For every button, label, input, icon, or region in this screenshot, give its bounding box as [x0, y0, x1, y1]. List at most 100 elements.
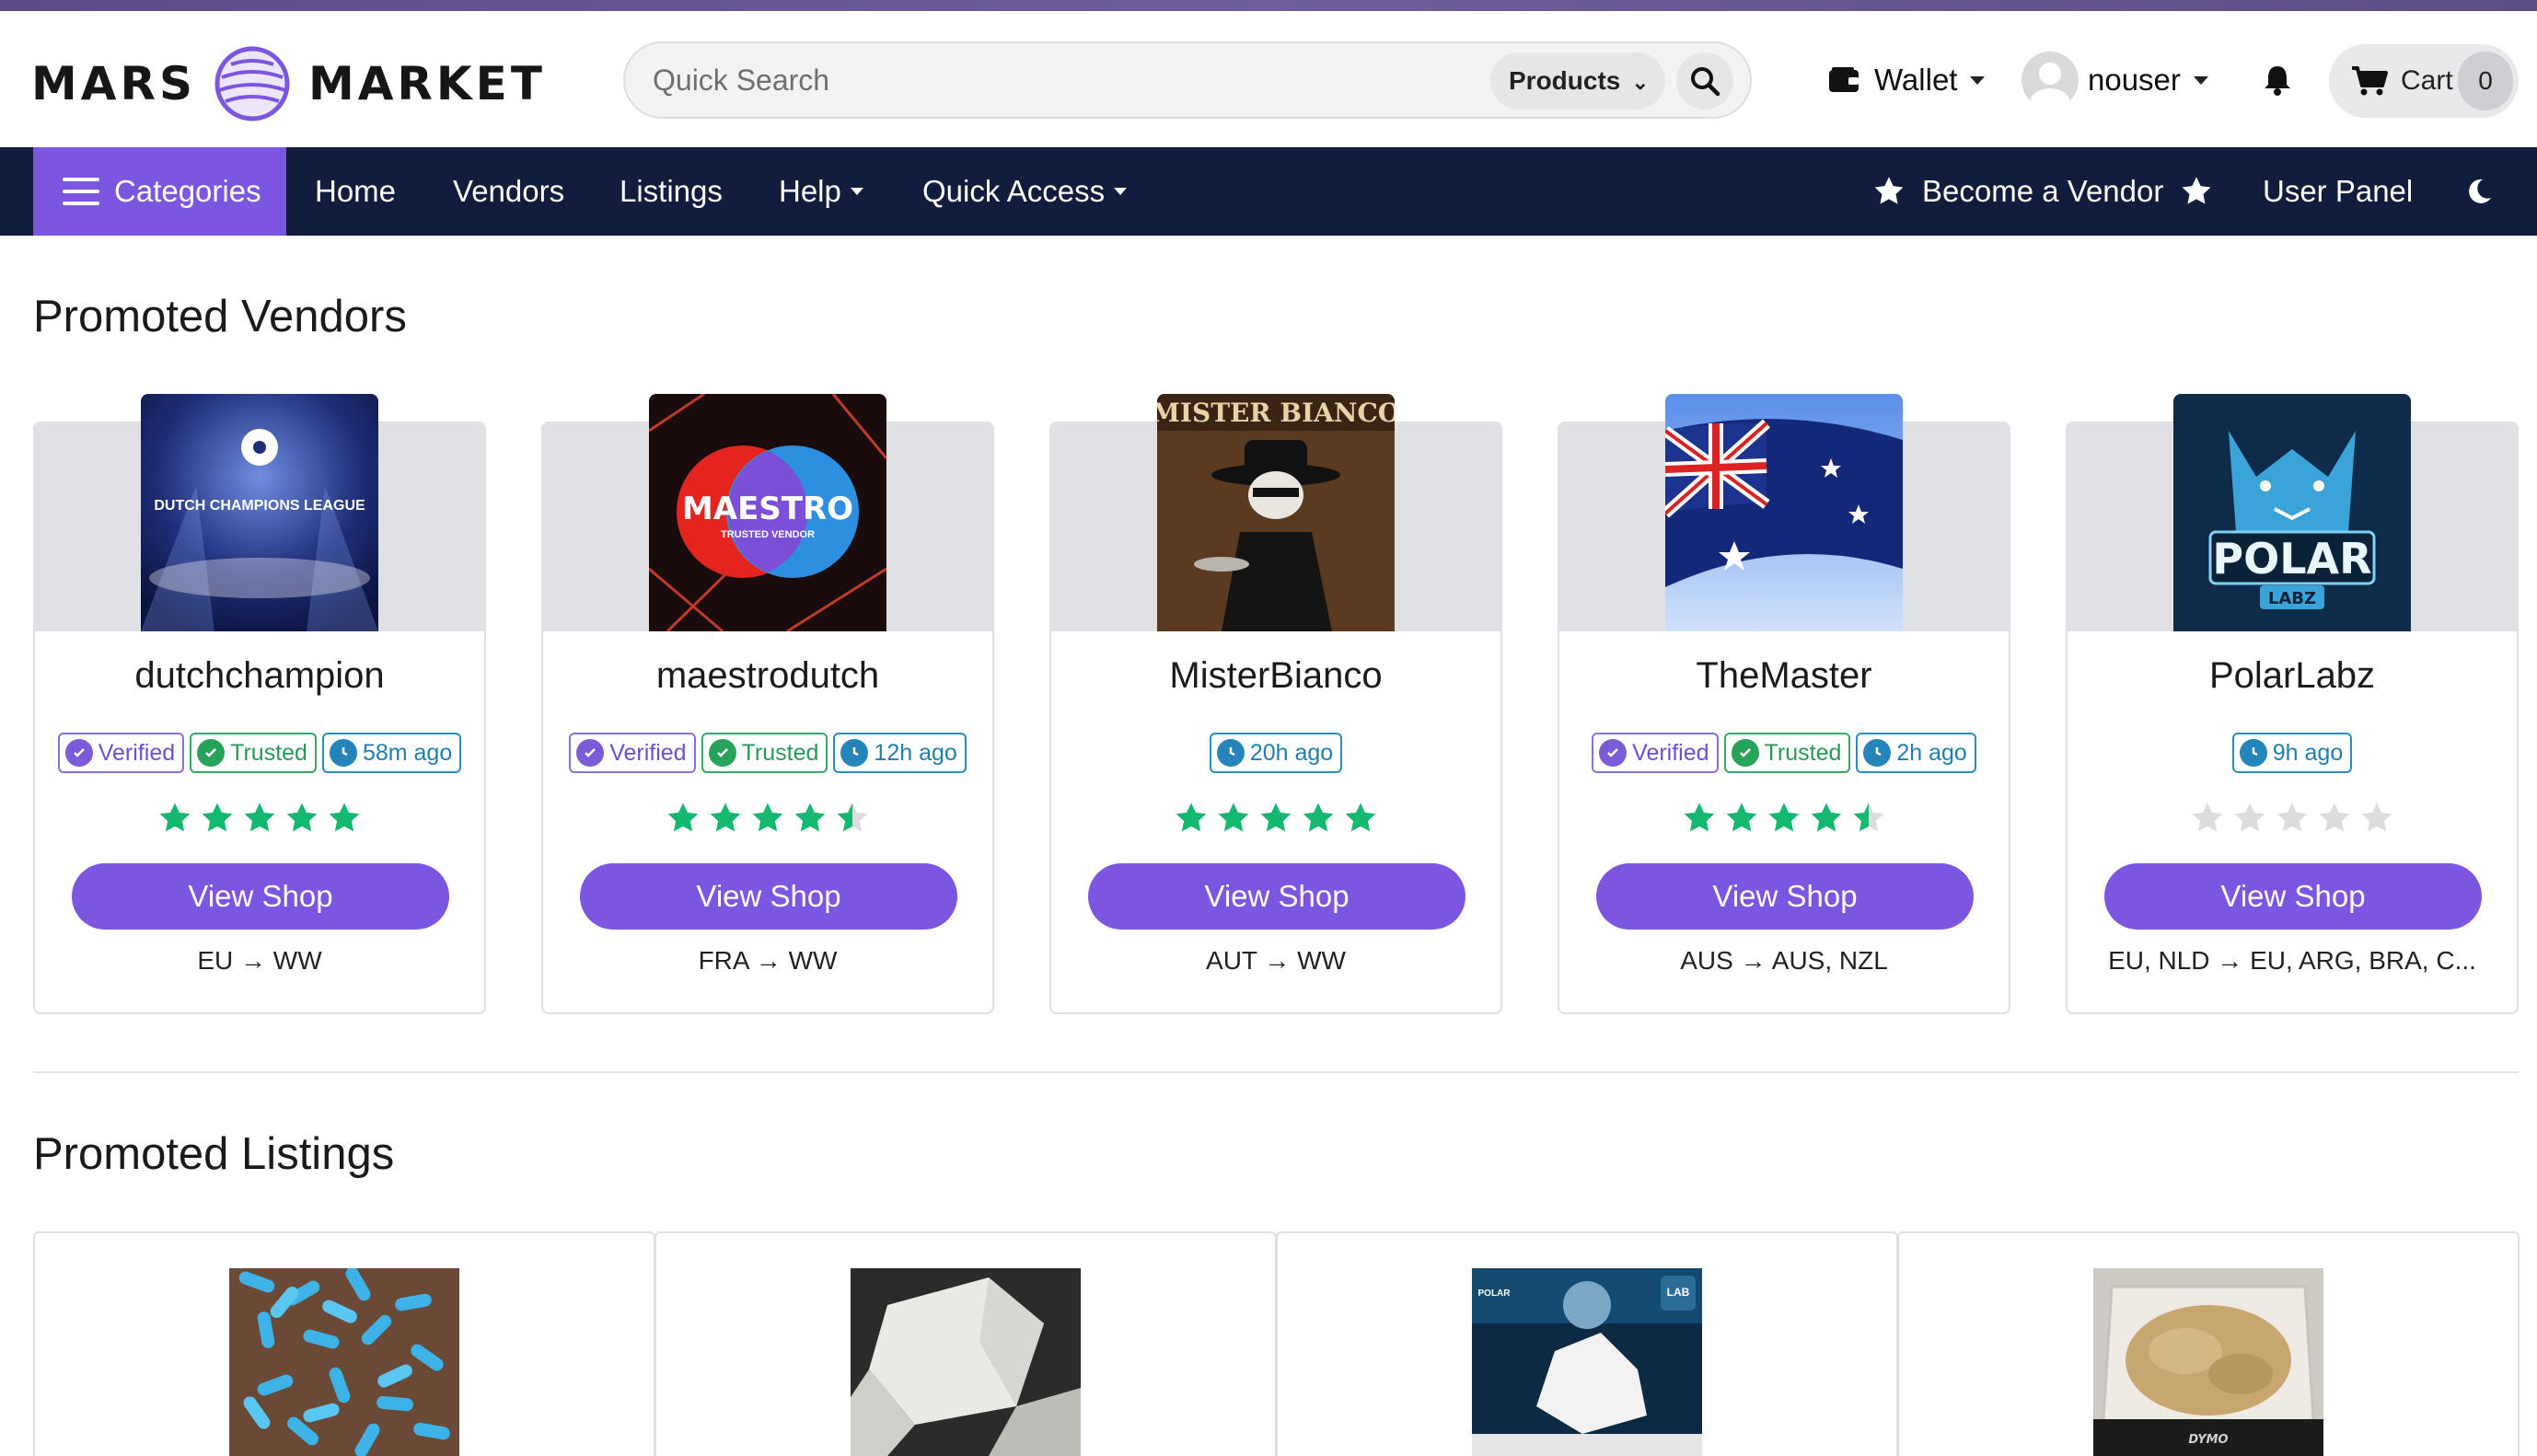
star-icon [202, 803, 233, 832]
view-shop-button[interactable]: View Shop [580, 863, 957, 930]
vendor-badges: 20h ago [1051, 733, 1500, 773]
nav-quick-access[interactable]: Quick Access [922, 147, 1128, 236]
badge-label: Trusted [1764, 739, 1842, 766]
star-icon [1303, 803, 1334, 832]
view-shop-button[interactable]: View Shop [72, 863, 449, 930]
star-icon [1176, 803, 1207, 832]
badge-label: Verified [609, 739, 687, 766]
view-shop-button[interactable]: View Shop [1088, 863, 1465, 930]
view-shop-button[interactable]: View Shop [1596, 863, 1974, 930]
star-icon [2182, 177, 2211, 204]
nav-quick-access-label: Quick Access [922, 174, 1106, 208]
nav-listings-label: Listings [620, 174, 723, 208]
star-icon [329, 803, 360, 832]
site-header: MARS MARKET Products ⌄ Wallet [0, 11, 2537, 147]
star-icon [2361, 803, 2392, 832]
vendor-avatar-image[interactable]: DUTCH CHAMPIONS LEAGUE [141, 394, 378, 631]
star-icon [2319, 803, 2350, 832]
logo-text-right: MARKET [307, 57, 546, 110]
last-seen-badge: 12h ago [833, 733, 967, 773]
hamburger-icon [63, 178, 99, 205]
categories-button[interactable]: Categories [33, 147, 286, 236]
planet-logo-icon [214, 46, 290, 121]
trusted-badge: Trusted [1723, 733, 1851, 773]
badge-label: 2h ago [1896, 739, 1967, 766]
clock-icon [1863, 739, 1892, 767]
search-button[interactable] [1676, 52, 1733, 110]
vendor-name[interactable]: MisterBianco [1051, 655, 1500, 697]
vendor-avatar-image[interactable]: MAESTRO TRUSTED VENDOR [649, 394, 886, 631]
search-input[interactable] [653, 43, 1389, 117]
verified-icon [64, 739, 93, 767]
star-icon [1726, 803, 1757, 832]
crystal-astronaut-photo[interactable]: LAB POLAR [1472, 1268, 1702, 1456]
user-menu[interactable]: nouser [2021, 39, 2208, 121]
nav-help[interactable]: Help [779, 147, 863, 236]
blue-pills-photo[interactable] [229, 1268, 459, 1456]
nav-listings[interactable]: Listings [620, 147, 723, 236]
verified-icon [576, 739, 605, 767]
nav-home[interactable]: Home [315, 147, 396, 236]
star-icon [1853, 803, 1884, 832]
tan-powder-bag-photo[interactable]: DYMO [2093, 1268, 2323, 1456]
badge-label: Verified [1632, 739, 1709, 766]
vendor-image-caption: MAESTRO [682, 491, 853, 527]
username-label: nouser [2088, 63, 2181, 97]
trusted-shield-icon [197, 739, 226, 767]
caret-down-icon [850, 188, 863, 195]
star-icon [2276, 803, 2308, 832]
wallet-menu[interactable]: Wallet [1828, 39, 1986, 121]
verified-badge: Verified [57, 733, 185, 773]
badge-label: 58m ago [362, 739, 453, 766]
star-icon [286, 803, 318, 832]
nav-vendors[interactable]: Vendors [453, 147, 564, 236]
moon-icon [2469, 179, 2491, 203]
vendor-name[interactable]: dutchchampion [35, 655, 484, 697]
vendor-name[interactable]: maestrodutch [543, 655, 992, 697]
star-icon [1684, 803, 1715, 832]
trusted-shield-icon [708, 739, 736, 767]
search-category-select[interactable]: Products ⌄ [1490, 52, 1665, 110]
clock-icon [329, 739, 357, 767]
section-divider [33, 1071, 2519, 1073]
site-logo[interactable]: MARS MARKET [31, 39, 546, 129]
vendor-image-caption: DUTCH CHAMPIONS LEAGUE [154, 498, 365, 514]
vendor-avatar-image[interactable] [1665, 394, 1903, 631]
clock-icon [1216, 739, 1245, 767]
star-icon [1811, 803, 1842, 832]
star-icon [1260, 803, 1292, 832]
vendor-name[interactable]: TheMaster [1559, 655, 2009, 697]
nav-help-label: Help [779, 174, 841, 208]
badge-label: 12h ago [874, 739, 957, 766]
white-crystal-photo[interactable] [851, 1268, 1081, 1456]
star-icon [1768, 803, 1800, 832]
listing-image-caption: POLAR [1478, 1288, 1512, 1299]
view-shop-button[interactable]: View Shop [2104, 863, 2482, 930]
trusted-badge: Trusted [701, 733, 828, 773]
wallet-icon [1829, 67, 1859, 92]
promoted-vendors-title: Promoted Vendors [33, 292, 407, 341]
badge-label: 20h ago [1249, 739, 1334, 766]
shipping-route: EU, NLD → EU, ARG, BRA, C... [2108, 946, 2476, 975]
cart-label: Cart [2401, 65, 2453, 96]
star-icon [1218, 803, 1249, 832]
dark-mode-toggle[interactable] [2465, 147, 2493, 236]
cart-icon [2352, 66, 2388, 96]
notifications-button[interactable] [2263, 39, 2292, 121]
trusted-badge: Trusted [190, 733, 317, 773]
last-seen-badge: 58m ago [321, 733, 462, 773]
vendor-name[interactable]: PolarLabz [2068, 655, 2517, 697]
star-icon [1874, 177, 1904, 204]
vendor-badges: 9h ago [2068, 733, 2517, 773]
vendor-badges: Verified Trusted 2h ago [1559, 733, 2009, 773]
cart-button[interactable]: Cart 0 [2329, 44, 2519, 118]
listing-image-caption: LAB [1667, 1286, 1690, 1299]
vendor-image-caption: LABZ [2268, 589, 2316, 608]
become-vendor-link[interactable]: Become a Vendor [1872, 147, 2213, 236]
vendor-avatar-image[interactable]: POLAR LABZ [2173, 394, 2411, 631]
vendor-avatar-image[interactable]: MISTER BIANCO [1157, 394, 1395, 631]
user-panel-link[interactable]: User Panel [2263, 147, 2413, 236]
rating-stars [35, 801, 484, 836]
search-category-label: Products [1509, 66, 1621, 95]
shipping-route: AUT → WW [1206, 946, 1346, 975]
